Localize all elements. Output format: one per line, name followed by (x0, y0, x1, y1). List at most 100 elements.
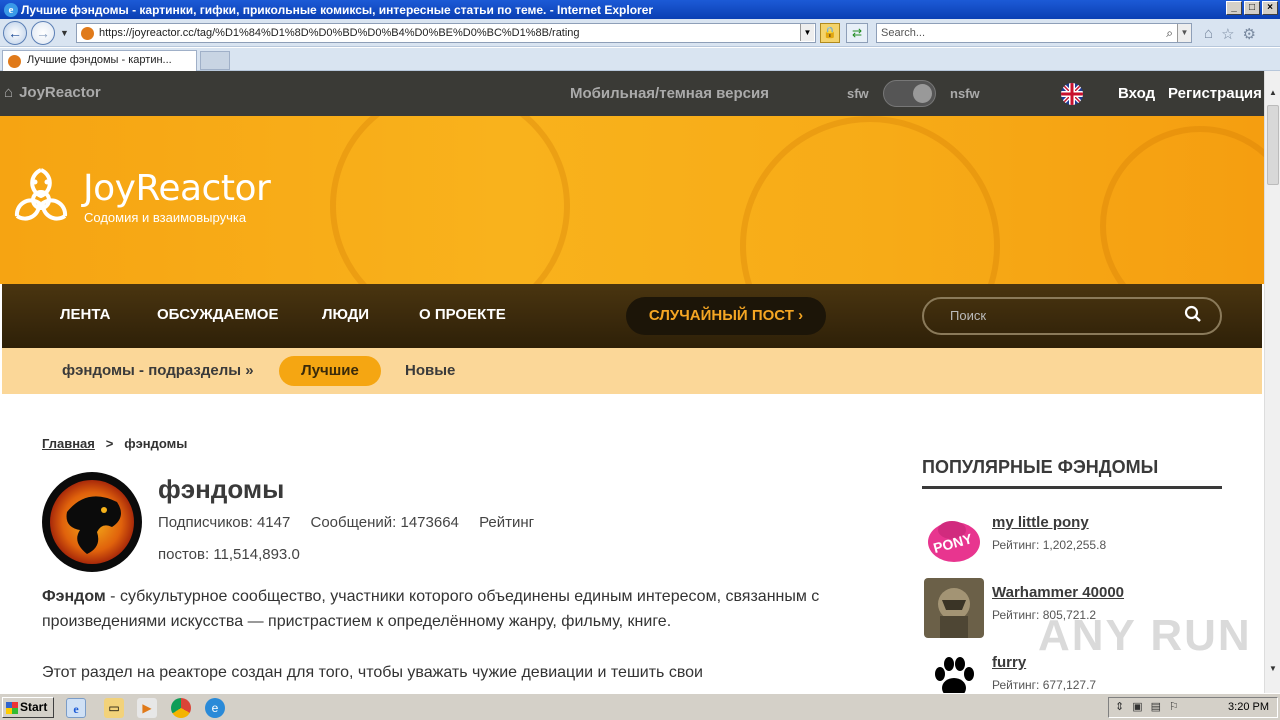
description-text: - субкультурное сообщество, участники ко… (42, 588, 820, 630)
fandom-stats: Подписчиков: 4147 Сообщений: 1473664 Рей… (158, 514, 550, 531)
search-icon[interactable]: ⌕ (1166, 24, 1173, 42)
login-link[interactable]: Вход (1118, 85, 1155, 102)
lock-icon[interactable]: 🔒 (820, 23, 840, 43)
new-tab-button[interactable] (200, 51, 230, 70)
chrome-icon[interactable] (171, 698, 191, 718)
breadcrumb-current: фэндомы (124, 436, 188, 451)
back-button[interactable]: ← (3, 21, 27, 45)
meme-face-decoration (1100, 126, 1264, 284)
tab-new[interactable]: Новые (405, 362, 455, 379)
home-link[interactable]: ⌂ JoyReactor (4, 84, 101, 101)
internet-explorer-icon: e (4, 2, 18, 17)
windows-logo-icon (6, 702, 18, 714)
posts-rating: постов: 11,514,893.0 (158, 546, 300, 563)
page-title: фэндомы (158, 474, 285, 504)
scroll-down-icon[interactable]: ▼ (1265, 661, 1280, 677)
fandom-rating: Рейтинг: 677,127.7 (992, 678, 1097, 692)
site-search-input[interactable]: Поиск (922, 297, 1222, 335)
nav-feed[interactable]: ЛЕНТА (60, 306, 110, 323)
tray-icons[interactable]: ⇕▣▤⚐ (1115, 698, 1187, 717)
clock: 3:20 PM (1228, 701, 1269, 713)
browser-search-placeholder: Search... (881, 27, 926, 39)
random-post-button[interactable]: СЛУЧАЙНЫЙ ПОСТ › (626, 297, 826, 335)
maximize-button[interactable]: □ (1244, 1, 1260, 15)
home-icon[interactable]: ⌂ (1204, 25, 1213, 43)
radiation-decoration (740, 116, 1000, 284)
popular-fandom-item[interactable]: PONY my little pony Рейтинг: 1,202,255.8 (922, 508, 1222, 568)
nav-people[interactable]: ЛЮДИ (322, 306, 369, 323)
fandom-name-link[interactable]: Warhammer 40000 (992, 584, 1124, 601)
nsfw-label: nsfw (950, 86, 980, 101)
favorites-star-icon[interactable]: ☆ (1221, 25, 1234, 43)
search-icon[interactable] (1184, 305, 1202, 328)
browser-tab-active[interactable]: Лучшие фэндомы - картин... (2, 50, 197, 71)
sub-navigation: фэндомы - подразделы » Лучшие Новые (2, 348, 1262, 394)
edge-icon[interactable]: e (205, 698, 225, 718)
paw-icon (924, 648, 984, 693)
refresh-icon[interactable]: ⇄ (846, 23, 868, 43)
sfw-nsfw-toggle[interactable] (883, 80, 936, 107)
uk-flag-icon[interactable] (1061, 83, 1083, 105)
fandom-description: Фэндом - субкультурное сообщество, участ… (42, 584, 882, 634)
start-button[interactable]: Start (2, 697, 54, 718)
address-url: https://joyreactor.cc/tag/%D1%84%D1%8D%D… (99, 27, 580, 39)
close-button[interactable]: × (1262, 1, 1278, 15)
logo-subtitle: Содомия и взаимовыручка (84, 210, 247, 225)
tab-best[interactable]: Лучшие (279, 356, 381, 386)
windows-taskbar: Start e ▭ ▶ e ⇕▣▤⚐ 3:20 PM (0, 693, 1280, 720)
chevron-right-icon: › (798, 307, 804, 324)
main-navigation: ЛЕНТА ОБСУЖДАЕМОЕ ЛЮДИ О ПРОЕКТЕ СЛУЧАЙН… (2, 284, 1262, 348)
breadcrumb-home-link[interactable]: Главная (42, 436, 95, 451)
tools-gear-icon[interactable]: ⚙ (1243, 25, 1256, 43)
forward-button[interactable]: → (31, 21, 55, 45)
window-title: Лучшие фэндомы - картинки, гифки, прикол… (21, 2, 654, 17)
address-toolbar: ← → ▼ https://joyreactor.cc/tag/%D1%84%D… (0, 19, 1280, 47)
history-dropdown-icon[interactable]: ▼ (60, 28, 69, 38)
breadcrumb: Главная > фэндомы (42, 436, 187, 451)
scrollbar-thumb[interactable] (1267, 105, 1279, 185)
fandom-rating: Рейтинг: 1,202,255.8 (992, 538, 1107, 552)
troll-face-decoration (330, 116, 570, 284)
sfw-label: sfw (847, 86, 869, 101)
page-viewport: ⌂ JoyReactor Мобильная/темная версия sfw … (0, 71, 1264, 693)
mortal-kombat-dragon-avatar (42, 472, 142, 572)
logo-title[interactable]: JoyReactor (83, 168, 271, 209)
breadcrumb-separator: > (105, 436, 114, 451)
media-player-icon[interactable]: ▶ (137, 698, 157, 718)
tab-bar: Лучшие фэндомы - картин... (0, 48, 1280, 71)
site-favicon-icon (81, 27, 94, 40)
ie-taskbar-icon[interactable]: e (66, 698, 86, 718)
fandom-name-link[interactable]: furry (992, 654, 1026, 671)
browser-search-input[interactable]: Search... ⌕ ▼ (876, 23, 1192, 43)
system-tray: ⇕▣▤⚐ 3:20 PM (1108, 697, 1278, 718)
fandom-description-2: Этот раздел на реакторе создан для того,… (42, 664, 703, 681)
vertical-scrollbar[interactable]: ▲ ▼ (1264, 71, 1280, 693)
subsections-link[interactable]: фэндомы - подразделы » (62, 362, 254, 379)
toggle-knob (913, 84, 932, 103)
biohazard-logo-icon[interactable] (5, 162, 77, 234)
subscribers-count: Подписчиков: 4147 (158, 514, 291, 531)
window-title-bar: e Лучшие фэндомы - картинки, гифки, прик… (0, 0, 1280, 19)
folder-icon[interactable]: ▭ (104, 698, 124, 718)
site-search-placeholder: Поиск (950, 308, 987, 323)
sidebar-heading: ПОПУЛЯРНЫЕ ФЭНДОМЫ (922, 457, 1222, 489)
address-bar[interactable]: https://joyreactor.cc/tag/%D1%84%D1%8D%D… (76, 23, 816, 43)
search-dropdown-icon[interactable]: ▼ (1177, 24, 1191, 42)
home-link-label: JoyReactor (19, 84, 101, 101)
fandom-name-link[interactable]: my little pony (992, 514, 1089, 531)
tab-title: Лучшие фэндомы - картин... (27, 54, 172, 66)
mobile-version-link[interactable]: Мобильная/темная версия (570, 85, 769, 102)
site-top-bar: ⌂ JoyReactor Мобильная/темная версия sfw … (0, 71, 1264, 116)
anyrun-watermark: ANY RUN (1038, 611, 1252, 660)
address-dropdown-icon[interactable]: ▼ (800, 24, 814, 41)
site-banner: JoyReactor Содомия и взаимовыручка (0, 116, 1264, 284)
random-post-label: СЛУЧАЙНЫЙ ПОСТ (648, 307, 794, 324)
mlp-logo-icon: PONY (924, 508, 984, 568)
minimize-button[interactable]: _ (1226, 1, 1242, 15)
scroll-up-icon[interactable]: ▲ (1265, 85, 1280, 101)
tab-favicon-icon (8, 55, 21, 68)
messages-count: Сообщений: 1473664 (310, 514, 459, 531)
nav-about[interactable]: О ПРОЕКТЕ (419, 306, 506, 323)
register-link[interactable]: Регистрация (1168, 85, 1262, 102)
nav-discussed[interactable]: ОБСУЖДАЕМОЕ (157, 306, 278, 323)
